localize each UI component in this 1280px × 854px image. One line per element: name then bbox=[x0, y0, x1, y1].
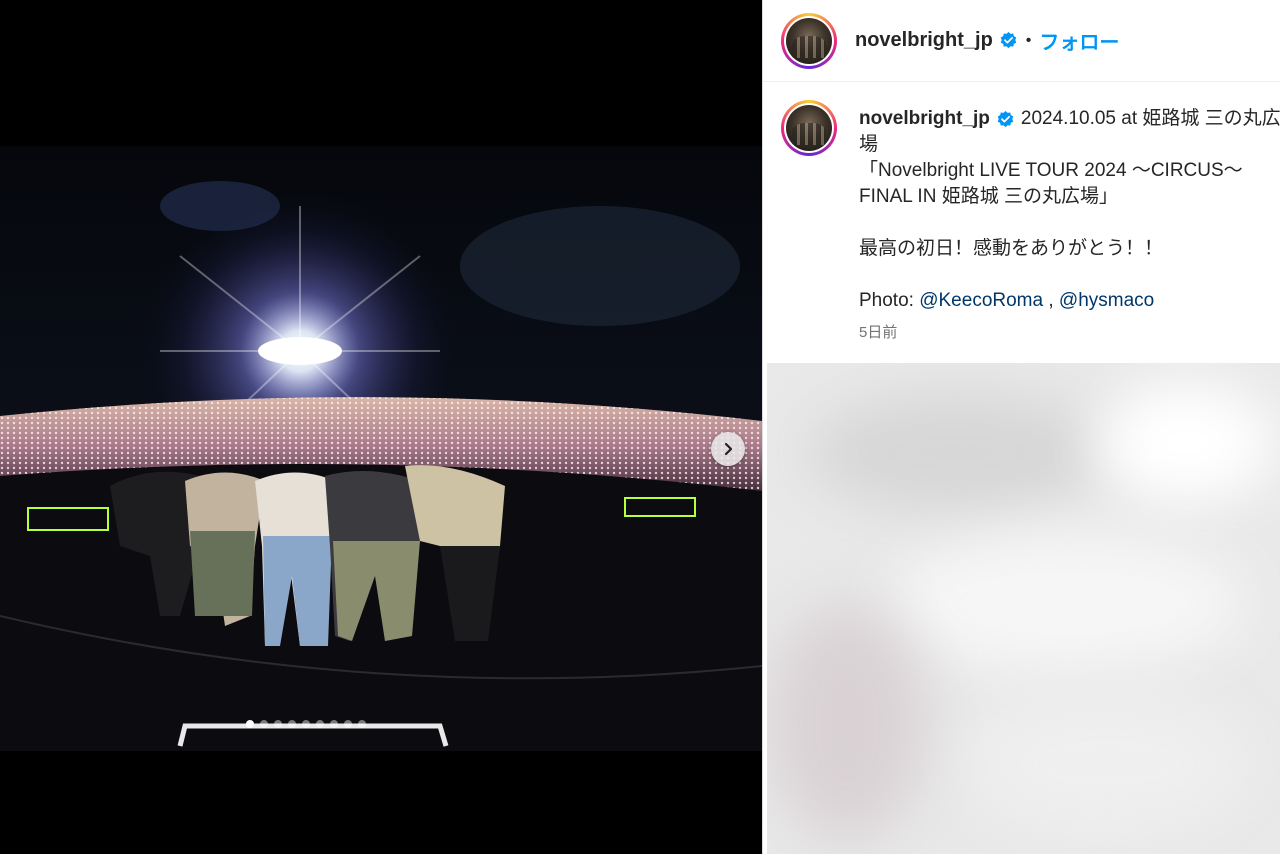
photo-credit-prefix: Photo: bbox=[859, 290, 914, 311]
caption-username[interactable]: novelbright_jp bbox=[859, 106, 990, 132]
concert-photo-illustration bbox=[0, 181, 762, 751]
verified-badge-icon bbox=[997, 110, 1014, 127]
media-viewer bbox=[0, 0, 762, 854]
carousel-dot bbox=[316, 720, 324, 728]
carousel-dot bbox=[358, 720, 366, 728]
carousel-dot bbox=[288, 720, 296, 728]
chevron-right-icon bbox=[724, 442, 733, 456]
header-username[interactable]: novelbright_jp bbox=[855, 29, 993, 52]
caption-title-line1: 「Novelbright LIVE TOUR 2024 〜CIRCUS〜 bbox=[859, 160, 1243, 181]
mention-separator: , bbox=[1048, 290, 1054, 311]
caption-avatar[interactable] bbox=[781, 100, 837, 156]
caption-message: 最高の初日！感動をありがとう！！ bbox=[859, 238, 1164, 259]
header-separator: • bbox=[1025, 31, 1032, 49]
carousel-dot bbox=[344, 720, 352, 728]
next-slide-button[interactable] bbox=[711, 432, 745, 466]
caption-location-line2: 場 bbox=[859, 134, 879, 155]
post-sidebar: novelbright_jp • フォロー novelbright_jp 202… bbox=[762, 0, 1280, 854]
post-header: novelbright_jp • フォロー bbox=[763, 0, 1280, 82]
follow-button[interactable]: フォロー bbox=[1039, 26, 1119, 55]
caption-location-line1: 2024.10.05 at 姫路城 三の丸広 bbox=[1020, 108, 1280, 129]
post-caption: novelbright_jp 2024.10.05 at 姫路城 三の丸広 場 … bbox=[763, 82, 1280, 362]
post-photo bbox=[0, 146, 762, 751]
avatar-image bbox=[786, 105, 832, 151]
caption-title-line2: FINAL IN 姫路城 三の丸広場」 bbox=[859, 186, 1118, 207]
carousel-dot bbox=[330, 720, 338, 728]
caption-photo-credit: Photo: @KeecoRoma , @hysmaco bbox=[859, 288, 1280, 314]
caption-body: novelbright_jp 2024.10.05 at 姫路城 三の丸広 場 … bbox=[859, 106, 1280, 346]
carousel-dot bbox=[302, 720, 310, 728]
carousel-indicator bbox=[246, 720, 366, 728]
profile-avatar[interactable] bbox=[781, 12, 837, 69]
verified-badge-icon bbox=[1000, 31, 1017, 49]
blurred-comments-area bbox=[767, 363, 1280, 854]
post-timestamp[interactable]: 5日前 bbox=[859, 320, 1280, 346]
carousel-dot bbox=[274, 720, 282, 728]
carousel-dot bbox=[260, 720, 268, 728]
mention-link[interactable]: @KeecoRoma bbox=[919, 290, 1043, 311]
carousel-dot bbox=[246, 720, 254, 728]
avatar-image bbox=[786, 17, 832, 64]
mention-link[interactable]: @hysmaco bbox=[1059, 290, 1154, 311]
